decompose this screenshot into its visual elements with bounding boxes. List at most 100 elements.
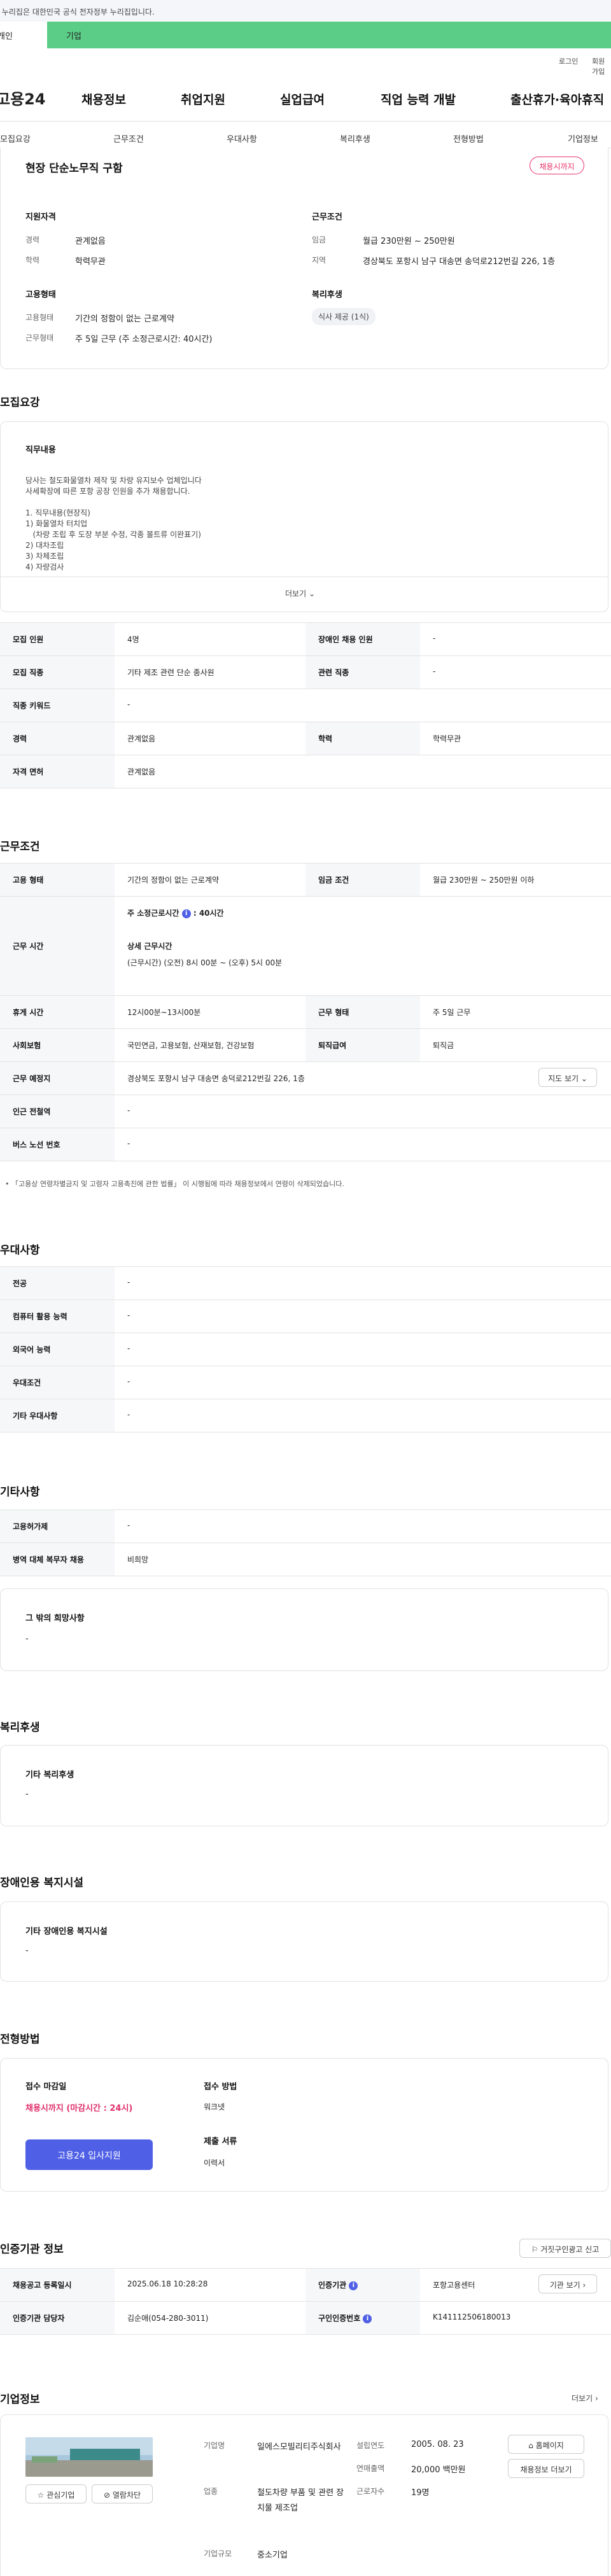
area-value: 경상북도 포항시 남구 대송면 송덕로212번길 226, 1층 bbox=[363, 257, 556, 267]
industry-value: 철도차량 부품 및 관련 장치물 제조업 bbox=[257, 2488, 344, 2513]
deadline-badge: 채용시까지 bbox=[530, 157, 584, 174]
block-icon: ⊘ bbox=[103, 2491, 111, 2500]
org-button[interactable]: 기관 보기 › bbox=[538, 2274, 597, 2293]
etc-box bbox=[0, 1588, 608, 1671]
gnb-vocational[interactable]: 직업 능력 개발 bbox=[381, 90, 456, 108]
favorite-button[interactable]: ☆ 관심기업 bbox=[25, 2484, 87, 2503]
welfare-title: 복리후생 bbox=[312, 290, 342, 300]
subnav-company[interactable]: 기업정보 bbox=[568, 132, 598, 144]
cell-label: 모집 직종 bbox=[13, 668, 44, 677]
method-title: 접수 방법 bbox=[204, 2082, 237, 2092]
company-name-value: 일에스모빌리티주식회사 bbox=[257, 2442, 341, 2452]
duty-content: 당사는 철도화물열차 제작 및 차량 유지보수 업체입니다 사세확장에 따른 포항… bbox=[25, 476, 202, 571]
wage-label: 임금 bbox=[312, 235, 327, 244]
company-more-link[interactable]: 더보기 › bbox=[572, 2393, 598, 2404]
cell-value: 포항고용센터 bbox=[433, 2281, 475, 2290]
tab-personal[interactable]: 개인 bbox=[0, 22, 47, 48]
cell-label: 외국어 능력 bbox=[13, 1345, 51, 1354]
subnav-welfare[interactable]: 복리후생 bbox=[340, 132, 370, 144]
info-icon[interactable]: i bbox=[363, 2314, 372, 2323]
subnav-process[interactable]: 전형방법 bbox=[453, 132, 484, 144]
cell-label: 채용공고 등록일시 bbox=[13, 2281, 72, 2290]
cell-value: 주 5일 근무 bbox=[433, 1008, 471, 1017]
report-icon: ⚐ bbox=[531, 2245, 538, 2254]
job-title: 현장 단순노무직 구함 bbox=[25, 162, 123, 175]
qual-title: 지원자격 bbox=[25, 213, 56, 222]
cell-label: 모집 인원 bbox=[13, 635, 44, 644]
cell-value: 경상북도 포항시 남구 대송면 송덕로212번길 226, 1층 bbox=[127, 1074, 305, 1083]
cell-label: 사회보험 bbox=[13, 1041, 41, 1050]
cell-label: 퇴직급여 bbox=[318, 1041, 347, 1050]
disability-box bbox=[0, 1901, 608, 1982]
cell-value: 기타 제조 관련 단순 종사원 bbox=[127, 668, 214, 677]
homepage-button[interactable]: ⌂ 홈페이지 bbox=[508, 2435, 584, 2454]
section-title-pref: 우대사항 bbox=[0, 1244, 40, 1257]
cell-label: 기타 우대사항 bbox=[13, 1411, 58, 1420]
size-value: 중소기업 bbox=[257, 2551, 288, 2560]
gnb-leave[interactable]: 출산휴가·육아휴직 bbox=[510, 90, 604, 108]
disability-box-title: 기타 장애인용 복지시설 bbox=[25, 1927, 108, 1936]
cell-value: 관계없음 bbox=[127, 767, 156, 776]
cell-label: 고용 형태 bbox=[13, 876, 44, 885]
cell-label: 임금 조건 bbox=[318, 876, 349, 885]
cell-value: 국민연금, 고용보험, 산재보험, 건강보험 bbox=[127, 1041, 255, 1050]
subnav-recruit[interactable]: 모집요강 bbox=[0, 132, 31, 144]
cell-label: 컴퓨터 활용 능력 bbox=[13, 1312, 67, 1321]
report-button[interactable]: ⚐ 거짓구인광고 신고 bbox=[519, 2239, 611, 2258]
docs-title: 제출 서류 bbox=[204, 2137, 237, 2146]
subnav-pref[interactable]: 우대사항 bbox=[227, 132, 257, 144]
deadline-title: 접수 마감일 bbox=[25, 2082, 67, 2092]
cond-title: 근무조건 bbox=[312, 213, 342, 222]
gnb-unemployment[interactable]: 실업급여 bbox=[280, 90, 325, 108]
section-title-cert: 인증기관 정보 bbox=[0, 2243, 64, 2256]
edu-label: 학력 bbox=[25, 256, 40, 265]
login-link[interactable]: 로그인 bbox=[559, 56, 578, 66]
cell-value: - bbox=[127, 1377, 130, 1386]
etype-value: 기간의 정함이 없는 근로계약 bbox=[75, 314, 174, 324]
cell-label: 근무 형태 bbox=[318, 1008, 349, 1017]
cell-label: 버스 노선 번호 bbox=[13, 1140, 60, 1149]
more-button[interactable]: 더보기 ⌄ bbox=[285, 588, 315, 599]
welfare-box bbox=[0, 1745, 608, 1826]
user-type-tabs: 개인 기업 bbox=[0, 22, 611, 48]
gnb-employment-support[interactable]: 취업지원 bbox=[181, 90, 225, 108]
apply-button[interactable]: 고용24 입사지원 bbox=[25, 2139, 153, 2170]
info-icon[interactable]: i bbox=[181, 909, 191, 918]
etype-label: 고용형태 bbox=[25, 313, 54, 322]
method-value: 워크넷 bbox=[204, 2103, 225, 2111]
career-value: 관계없음 bbox=[75, 237, 106, 246]
section-title-company: 기업정보 bbox=[0, 2393, 40, 2406]
cell-value: - bbox=[127, 1311, 130, 1320]
subnav-work[interactable]: 근무조건 bbox=[113, 132, 144, 144]
process-card bbox=[0, 2058, 608, 2192]
cell-value: - bbox=[127, 1344, 130, 1353]
chevron-right-icon: › bbox=[594, 2394, 598, 2403]
cell-label: 근무 예정지 bbox=[13, 1074, 51, 1083]
cell-value: - bbox=[127, 1139, 130, 1148]
gnb-jobs[interactable]: 채용정보 bbox=[81, 90, 126, 108]
age-note: • 「고용상 연령차별금지 및 고령자 고용촉진에 관한 법률」 이 시행됨에 … bbox=[5, 1180, 344, 1188]
cell-value: 2025.06.18 10:28:28 bbox=[127, 2279, 208, 2288]
site-logo[interactable]: 고용24 bbox=[0, 87, 46, 109]
gov-banner: 이 누리집은 대한민국 공식 전자정부 누리집입니다. bbox=[0, 0, 611, 22]
map-button[interactable]: 지도 보기 ⌄ bbox=[538, 1068, 597, 1087]
cell-label: 고용허가제 bbox=[13, 1522, 48, 1531]
cell-value: 월급 230만원 ~ 250만원 이하 bbox=[433, 876, 535, 885]
cell-label: 휴게 시간 bbox=[13, 1008, 44, 1017]
company-jobs-button[interactable]: 채용정보 더보기 bbox=[508, 2459, 584, 2478]
join-link[interactable]: 회원가입 bbox=[592, 56, 611, 76]
cell-value: - bbox=[127, 1278, 130, 1287]
cell-value: 기간의 정함이 없는 근로계약 bbox=[127, 876, 219, 885]
section-title-etc: 기타사항 bbox=[0, 1486, 40, 1499]
company-name-label: 기업명 bbox=[204, 2441, 225, 2450]
info-icon[interactable]: i bbox=[349, 2281, 358, 2290]
est-value: 2005. 08. 23 bbox=[411, 2440, 464, 2449]
tab-enterprise[interactable]: 기업 bbox=[47, 22, 611, 48]
cell-label: 근무 시간 bbox=[13, 942, 44, 951]
cell-value: 비희망 bbox=[127, 1555, 149, 1564]
industry-label: 업종 bbox=[204, 2487, 218, 2496]
cell-value: K141112506180013 bbox=[433, 2313, 511, 2321]
chevron-right-icon: › bbox=[582, 2281, 586, 2290]
star-icon: ☆ bbox=[37, 2491, 45, 2500]
block-button[interactable]: ⊘ 열람차단 bbox=[92, 2484, 153, 2503]
